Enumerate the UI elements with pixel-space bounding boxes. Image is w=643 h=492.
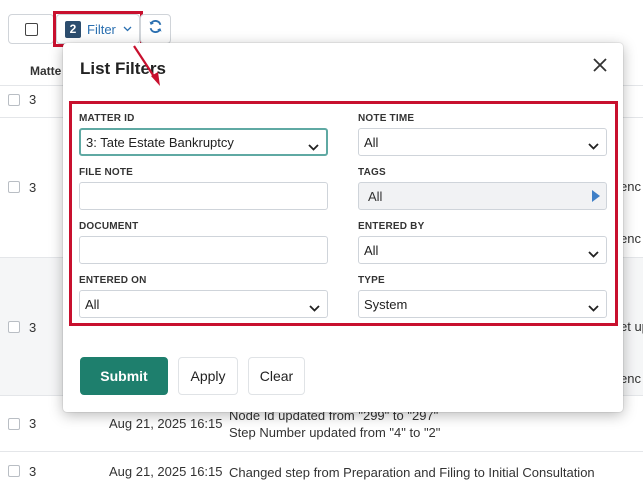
entered-on-filter: ENTERED ON All [79, 275, 328, 318]
note-time-filter: NOTE TIME All [358, 113, 607, 156]
row-description-fragment: enc [620, 371, 641, 386]
row-description-fragment: enc [620, 231, 641, 246]
tags-picker[interactable]: All [358, 182, 607, 210]
entered-on-label: ENTERED ON [79, 275, 147, 286]
row-checkbox[interactable] [8, 321, 20, 333]
type-select[interactable]: System [358, 290, 607, 318]
select-all-button[interactable] [8, 14, 54, 44]
entered-by-select[interactable]: All [358, 236, 607, 264]
tags-filter: TAGS All [358, 167, 607, 210]
chevron-down-icon [588, 300, 599, 315]
note-time-label: NOTE TIME [358, 113, 415, 124]
refresh-button[interactable] [140, 14, 171, 44]
row-description-line: Step Number updated from "4" to "2" [229, 425, 441, 440]
file-note-filter: FILE NOTE [79, 167, 328, 210]
chevron-down-icon [309, 300, 320, 315]
entered-on-select[interactable]: All [79, 290, 328, 318]
chevron-down-icon [588, 138, 599, 153]
filter-button-highlight [53, 11, 143, 47]
entered-by-label: ENTERED BY [358, 221, 425, 232]
type-filter: TYPE System [358, 275, 607, 318]
document-input[interactable] [79, 236, 328, 264]
type-label: TYPE [358, 275, 385, 286]
chevron-down-icon [588, 246, 599, 261]
row-description-line: Changed step from Preparation and Filing… [229, 465, 595, 480]
modal-title: List Filters [80, 59, 166, 78]
matter-id-select[interactable]: 3: Tate Estate Bankruptcy [79, 128, 328, 156]
row-matter-id: 3 [29, 464, 37, 479]
submit-button[interactable]: Submit [80, 357, 168, 395]
refresh-icon [148, 19, 163, 39]
matter-id-filter: MATTER ID 3: Tate Estate Bankruptcy [79, 113, 328, 156]
row-matter-id: 3 [29, 416, 37, 431]
close-button[interactable] [589, 56, 611, 78]
note-time-select[interactable]: All [358, 128, 607, 156]
row-checkbox[interactable] [8, 181, 20, 193]
entered-by-filter: ENTERED BY All [358, 221, 607, 264]
list-filters-modal: List Filters MATTER ID 3: Tate Estate Ba… [63, 43, 623, 412]
row-matter-id: 3 [29, 320, 37, 335]
document-label: DOCUMENT [79, 221, 139, 232]
row-checkbox[interactable] [8, 94, 20, 106]
document-filter: DOCUMENT [79, 221, 328, 264]
clear-button[interactable]: Clear [248, 357, 305, 395]
column-header-matter[interactable]: Matte [30, 64, 61, 78]
expand-arrow-icon[interactable] [592, 190, 600, 202]
row-checkbox[interactable] [8, 418, 20, 430]
matter-id-label: MATTER ID [79, 113, 135, 124]
row-matter-id: 3 [29, 180, 37, 195]
table-row[interactable]: 3 Aug 21, 2025 16:15 Changed step from P… [0, 452, 643, 492]
select-all-checkbox[interactable] [25, 23, 38, 36]
row-date: Aug 21, 2025 16:15 [109, 416, 223, 431]
row-matter-id: 3 [29, 92, 37, 107]
file-note-input[interactable] [79, 182, 328, 210]
chevron-down-icon [308, 139, 319, 154]
row-description-fragment: enc [620, 179, 641, 194]
tags-label: TAGS [358, 167, 386, 178]
row-checkbox[interactable] [8, 465, 20, 477]
apply-button[interactable]: Apply [178, 357, 238, 395]
close-icon [593, 57, 607, 77]
row-description-fragment: et up [620, 319, 643, 334]
row-date: Aug 21, 2025 16:15 [109, 464, 223, 479]
file-note-label: FILE NOTE [79, 167, 134, 178]
